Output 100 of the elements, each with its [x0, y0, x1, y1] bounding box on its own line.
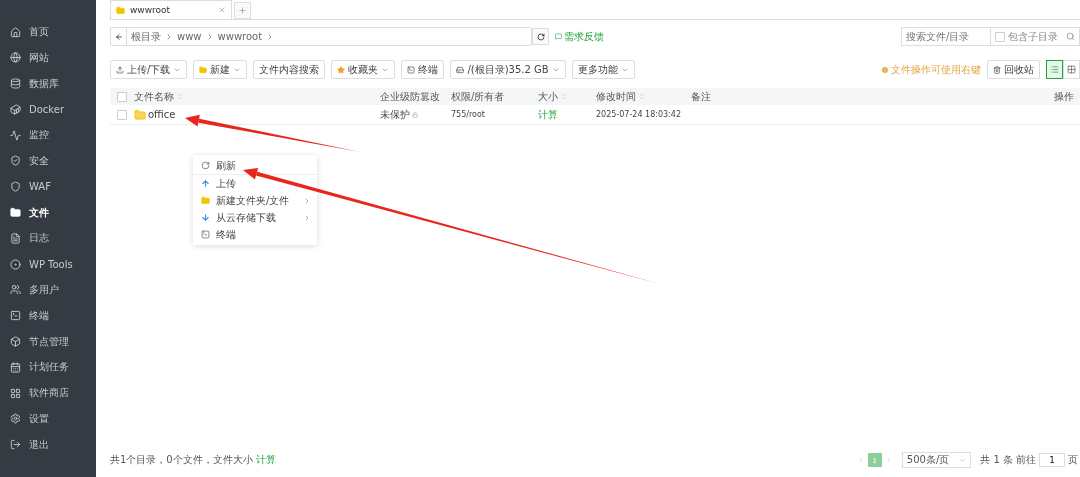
terminal-icon — [407, 65, 416, 74]
recycle-bin-button[interactable]: 回收站 — [987, 60, 1040, 79]
select-all-checkbox[interactable] — [117, 91, 127, 102]
grid-icon — [1067, 65, 1076, 74]
folder-icon — [134, 108, 146, 121]
nav-icon — [10, 387, 21, 399]
upload-icon — [116, 65, 124, 74]
sort-icon[interactable] — [176, 93, 183, 100]
sidebar-item[interactable]: 安全 — [0, 151, 96, 171]
summary-text: 共1个目录，0个文件，文件大小 — [110, 453, 253, 467]
lock-icon — [412, 111, 418, 118]
breadcrumb[interactable]: www — [173, 31, 206, 42]
arrow-up-icon — [201, 179, 210, 188]
refresh-button[interactable] — [532, 28, 549, 45]
sidebar-item[interactable]: 计划任务 — [0, 357, 96, 378]
menu-item[interactable]: 终端 — [193, 226, 317, 243]
sidebar-item[interactable]: 首页 — [0, 22, 96, 42]
menu-item[interactable]: 新建文件夹/文件 — [193, 192, 317, 209]
nav-icon — [10, 103, 21, 115]
arrow-down-icon — [201, 213, 210, 222]
nav-icon — [10, 284, 21, 296]
trash-icon — [993, 65, 1001, 74]
column-header[interactable]: 权限/所有者 — [451, 89, 538, 104]
breadcrumb[interactable]: wwwroot — [213, 31, 267, 42]
sidebar-item[interactable]: 日志 — [0, 228, 96, 249]
sidebar-item[interactable]: 终端 — [0, 305, 96, 326]
tab[interactable]: wwwroot — [110, 0, 232, 19]
toolbar-button[interactable]: 收藏夹 — [331, 60, 396, 79]
sidebar-item[interactable]: 数据库 — [0, 73, 96, 94]
nav-icon — [10, 78, 21, 90]
row-checkbox[interactable] — [117, 109, 127, 120]
view-toggle-button[interactable] — [1046, 60, 1063, 79]
refresh-icon — [536, 32, 545, 41]
folder-icon — [199, 65, 208, 74]
close-icon[interactable] — [218, 6, 226, 14]
refresh-icon — [201, 161, 210, 170]
sidebar-item[interactable]: 节点管理 — [0, 331, 96, 352]
add-tab-button[interactable] — [234, 2, 251, 19]
permission-cell[interactable]: 755/root — [451, 110, 538, 119]
column-header[interactable]: 大小 — [538, 89, 596, 104]
toolbar-button[interactable]: 新建 — [193, 60, 248, 79]
page-input[interactable]: 1 — [1039, 453, 1065, 467]
sidebar-item[interactable]: 多用户 — [0, 279, 96, 300]
folder-icon — [201, 196, 210, 205]
nav-icon — [10, 439, 21, 451]
list-icon — [1050, 65, 1059, 74]
sidebar-item[interactable]: 退出 — [0, 434, 96, 455]
protection-cell: 未保护 — [380, 107, 451, 122]
toolbar-button[interactable]: /(根目录)35.2 GB — [450, 60, 566, 79]
folder-icon — [116, 5, 125, 15]
total-text: 共 1 条 — [980, 453, 1013, 467]
modified-cell-text: 2025-07-24 18:03:42 — [596, 110, 682, 119]
menu-item[interactable]: 从云存储下载 — [193, 209, 317, 226]
address-bar[interactable]: 根目录 www wwwroot — [110, 27, 532, 46]
page-size-select[interactable]: 500条/页 — [901, 452, 972, 468]
include-subdirs-checkbox[interactable]: 包含子目录 — [990, 28, 1062, 45]
nav-icon — [10, 258, 21, 270]
menu-item[interactable]: 上传 — [193, 175, 317, 192]
plus-icon — [238, 6, 247, 15]
nav-icon — [10, 26, 21, 38]
nav-icon — [10, 181, 21, 193]
column-header[interactable]: 备注 — [691, 89, 1040, 104]
sidebar-item[interactable]: 网站 — [0, 47, 96, 68]
sort-icon[interactable] — [560, 93, 567, 100]
toolbar-button[interactable]: 终端 — [401, 60, 445, 79]
page-unit-text: 页 — [1068, 453, 1078, 467]
sidebar-item[interactable]: Docker — [0, 99, 96, 120]
column-header[interactable]: 文件名称 — [134, 89, 380, 104]
toolbar-button[interactable]: 文件内容搜索 — [253, 60, 326, 79]
nav-icon — [10, 361, 21, 373]
goto-label: 前往 — [1016, 453, 1036, 467]
terminal-icon — [201, 230, 210, 239]
star-icon — [337, 65, 346, 74]
sidebar-item[interactable]: 文件 — [0, 202, 96, 223]
column-header[interactable]: 操作 — [1054, 89, 1080, 104]
file-name-cell[interactable]: office — [134, 108, 380, 121]
nav-icon — [10, 207, 21, 219]
search-field[interactable]: 搜索文件/目录 包含子目录 — [901, 27, 1080, 46]
search-icon[interactable] — [1066, 32, 1075, 41]
info-icon — [881, 65, 889, 74]
sidebar-item[interactable]: 监控 — [0, 125, 96, 146]
toolbar-button[interactable]: 上传/下载 — [110, 60, 188, 79]
back-arrow-icon — [114, 32, 123, 41]
breadcrumb[interactable]: 根目录 — [127, 29, 165, 44]
nav-icon — [10, 129, 21, 141]
toolbar-button[interactable]: 更多功能 — [571, 60, 635, 79]
nav-icon — [10, 232, 21, 244]
sidebar-item[interactable]: 设置 — [0, 408, 96, 429]
column-header[interactable]: 修改时间 — [596, 89, 691, 104]
nav-icon — [10, 413, 21, 425]
sidebar-item[interactable]: WAF — [0, 176, 96, 197]
sort-icon[interactable] — [638, 93, 645, 100]
sidebar-item[interactable]: 软件商店 — [0, 383, 96, 404]
nav-icon — [10, 336, 21, 348]
caret-icon — [959, 456, 967, 464]
column-header[interactable]: 企业级防篡改 — [380, 89, 451, 104]
sidebar-item[interactable]: WP Tools — [0, 254, 96, 275]
nav-icon — [10, 310, 21, 322]
hint-text: 文件操作可使用右键 — [881, 62, 981, 77]
nav-icon — [10, 155, 21, 167]
